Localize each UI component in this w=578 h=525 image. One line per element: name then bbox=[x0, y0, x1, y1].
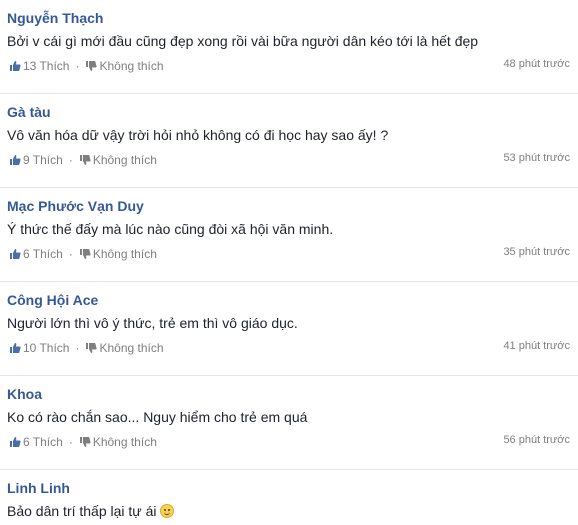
thumbs-up-icon bbox=[10, 155, 21, 165]
comment-item: Linh Linh Bảo dân trí thấp lại tự ái bbox=[0, 470, 578, 525]
comment-actions: 10 Thích · Không thích bbox=[9, 341, 164, 355]
thumbs-up-icon bbox=[10, 437, 21, 447]
thumbs-down-icon bbox=[79, 437, 91, 447]
thumbs-up-icon bbox=[10, 61, 21, 71]
thumbs-down-icon bbox=[86, 61, 98, 71]
like-count: 13 Thích bbox=[23, 59, 70, 73]
like-button[interactable]: 9 Thích bbox=[9, 153, 63, 167]
comment-author[interactable]: Linh Linh bbox=[7, 480, 70, 496]
thumbs-up-icon bbox=[10, 343, 21, 353]
like-button[interactable]: 6 Thích bbox=[9, 247, 63, 261]
dislike-label: Không thích bbox=[92, 153, 157, 167]
comment-timestamp[interactable]: 56 phút trước bbox=[503, 434, 570, 446]
dislike-button[interactable]: Không thích bbox=[79, 153, 157, 167]
separator: · bbox=[68, 435, 73, 449]
smile-emoji-icon bbox=[160, 504, 175, 518]
dislike-button[interactable]: Không thích bbox=[85, 59, 164, 73]
separator: · bbox=[75, 341, 80, 355]
separator: · bbox=[68, 247, 73, 261]
comment-text: Vô văn hóa dữ vậy trời hỏi nhỏ không có … bbox=[7, 127, 389, 143]
dislike-button[interactable]: Không thích bbox=[85, 341, 164, 355]
comment-author[interactable]: Nguyễn Thạch bbox=[7, 10, 103, 26]
like-button[interactable]: 10 Thích bbox=[9, 341, 69, 355]
comment-text: Người lớn thì vô ý thức, trẻ em thì vô g… bbox=[7, 315, 298, 331]
comment-actions: 9 Thích · Không thích bbox=[9, 153, 157, 167]
thumbs-down-icon bbox=[79, 249, 91, 259]
comment-text-content: Bảo dân trí thấp lại tự ái bbox=[7, 503, 157, 519]
separator: · bbox=[68, 153, 73, 167]
comment-item: Gà tàu Vô văn hóa dữ vậy trời hỏi nhỏ kh… bbox=[0, 94, 578, 188]
like-button[interactable]: 13 Thích bbox=[9, 59, 69, 73]
comment-author[interactable]: Gà tàu bbox=[7, 104, 51, 120]
comment-text: Ý thức thế đấy mà lúc nào cũng đòi xã hộ… bbox=[7, 221, 334, 237]
comment-timestamp[interactable]: 35 phút trước bbox=[503, 246, 570, 258]
dislike-button[interactable]: Không thích bbox=[79, 435, 157, 449]
comment-item: Nguyễn Thạch Bởi v cái gì mới đầu cũng đ… bbox=[0, 0, 578, 94]
dislike-button[interactable]: Không thích bbox=[79, 247, 157, 261]
comment-actions: 6 Thích · Không thích bbox=[9, 435, 157, 449]
comment-item: Khoa Ko có rào chắn sao... Nguy hiểm cho… bbox=[0, 376, 578, 470]
like-count: 6 Thích bbox=[23, 247, 63, 261]
comment-text: Ko có rào chắn sao... Nguy hiểm cho trẻ … bbox=[7, 409, 308, 425]
dislike-label: Không thích bbox=[99, 341, 164, 355]
comment-actions: 6 Thích · Không thích bbox=[9, 247, 157, 261]
like-count: 6 Thích bbox=[23, 435, 63, 449]
thumbs-down-icon bbox=[79, 155, 91, 165]
comment-author[interactable]: Công Hội Ace bbox=[7, 292, 98, 308]
like-count: 9 Thích bbox=[23, 153, 63, 167]
thumbs-down-icon bbox=[86, 343, 98, 353]
separator: · bbox=[75, 59, 80, 73]
comment-timestamp[interactable]: 53 phút trước bbox=[503, 152, 570, 164]
comment-text: Bởi v cái gì mới đầu cũng đẹp xong rồi v… bbox=[7, 33, 479, 49]
comment-item: Công Hội Ace Người lớn thì vô ý thức, tr… bbox=[0, 282, 578, 376]
comment-item: Mạc Phước Vạn Duy Ý thức thế đấy mà lúc … bbox=[0, 188, 578, 282]
comment-timestamp[interactable]: 41 phút trước bbox=[503, 340, 570, 352]
dislike-label: Không thích bbox=[99, 59, 164, 73]
like-button[interactable]: 6 Thích bbox=[9, 435, 63, 449]
thumbs-up-icon bbox=[10, 249, 21, 259]
comment-author[interactable]: Mạc Phước Vạn Duy bbox=[7, 198, 144, 214]
comment-actions: 13 Thích · Không thích bbox=[9, 59, 164, 73]
like-count: 10 Thích bbox=[23, 341, 70, 355]
dislike-label: Không thích bbox=[92, 435, 157, 449]
comment-author[interactable]: Khoa bbox=[7, 386, 42, 402]
dislike-label: Không thích bbox=[92, 247, 157, 261]
comment-text: Bảo dân trí thấp lại tự ái bbox=[7, 503, 175, 519]
comment-timestamp[interactable]: 48 phút trước bbox=[503, 58, 570, 70]
